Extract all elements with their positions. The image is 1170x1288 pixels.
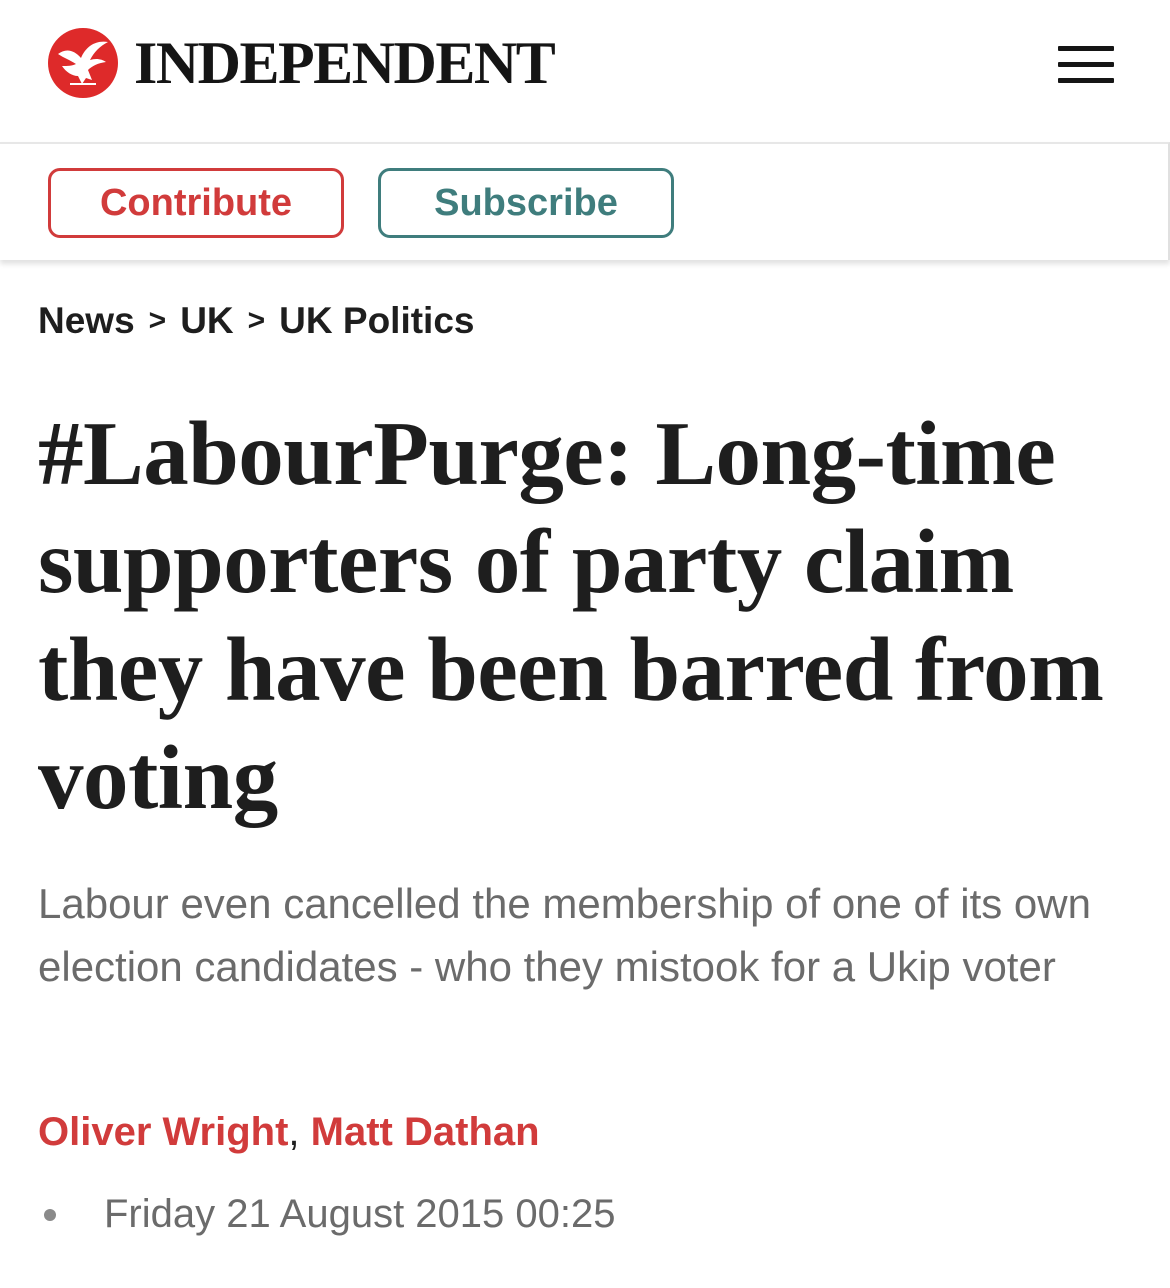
article-headline: #LabourPurge: Long-time supporters of pa…: [38, 403, 1104, 828]
byline: Oliver Wright, Matt Dathan: [38, 1110, 540, 1155]
site-header: INDEPENDENT: [0, 0, 1170, 142]
subscribe-button[interactable]: Subscribe: [378, 168, 674, 238]
action-bar: Contribute Subscribe: [0, 142, 1170, 260]
author-link[interactable]: Oliver Wright: [38, 1110, 288, 1154]
breadcrumb-uk[interactable]: UK: [180, 300, 233, 342]
eagle-icon: [48, 28, 118, 98]
breadcrumb-separator: >: [148, 304, 167, 337]
site-logo[interactable]: INDEPENDENT: [48, 28, 556, 98]
breadcrumb-news[interactable]: News: [38, 300, 135, 342]
breadcrumb-uk-politics[interactable]: UK Politics: [279, 300, 474, 342]
article-standfirst: Labour even cancelled the membership of …: [38, 880, 1091, 990]
author-separator: ,: [288, 1110, 300, 1154]
breadcrumb: News > UK > UK Politics: [38, 300, 475, 342]
publish-date-text: Friday 21 August 2015 00:25: [104, 1192, 616, 1236]
contribute-button[interactable]: Contribute: [48, 168, 344, 238]
author-link[interactable]: Matt Dathan: [311, 1110, 540, 1154]
hamburger-menu-icon[interactable]: [1058, 46, 1114, 84]
brand-name: INDEPENDENT: [134, 30, 556, 96]
bullet-icon: [44, 1208, 56, 1221]
breadcrumb-separator: >: [247, 304, 266, 337]
publish-date: Friday 21 August 2015 00:25: [38, 1192, 615, 1237]
